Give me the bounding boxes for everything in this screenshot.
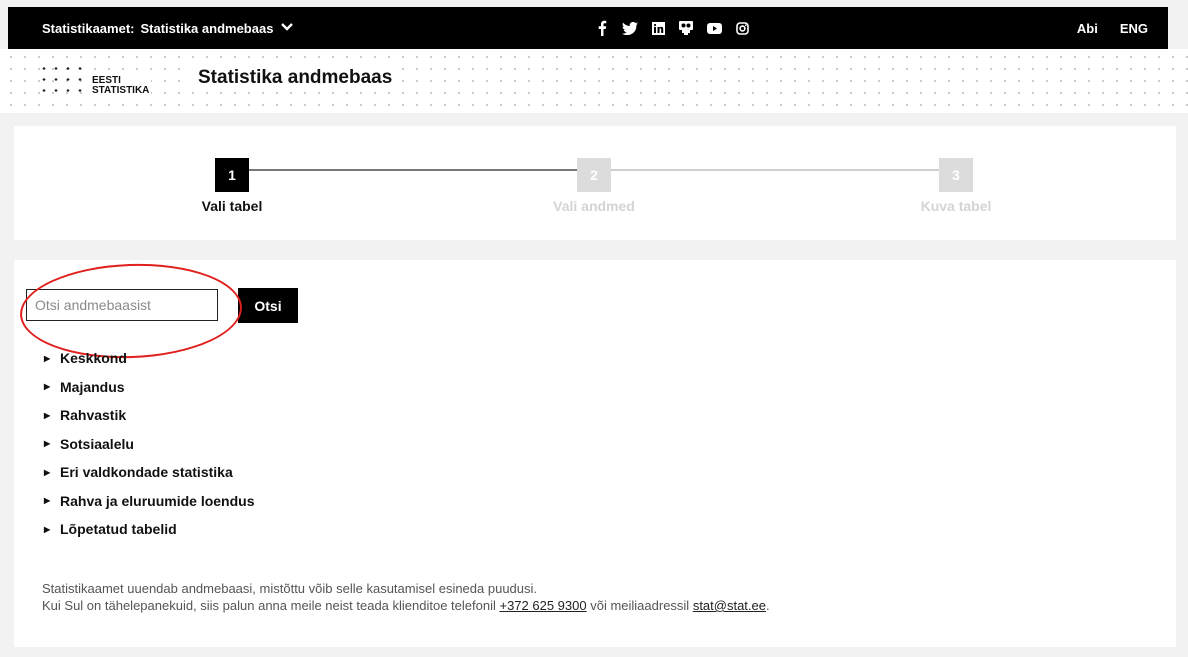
twitter-icon[interactable] xyxy=(616,7,644,49)
step-2-label: Vali andmed xyxy=(553,198,635,214)
social-links xyxy=(588,7,756,49)
site-header: EESTI STATISTIKA Statistika andmebaas xyxy=(0,49,1188,113)
top-links: Abi ENG xyxy=(1077,7,1148,49)
notice-text: Statistikaamet uuendab andmebaasi, mistõ… xyxy=(42,580,770,614)
step-3-number: 3 xyxy=(939,158,973,192)
step-1-number[interactable]: 1 xyxy=(215,158,249,192)
notice-prefix: Kui Sul on tähelepanekuid, siis palun an… xyxy=(42,598,500,613)
step-3-label: Kuva tabel xyxy=(920,198,992,214)
search-input[interactable] xyxy=(26,289,218,321)
step-connector-2 xyxy=(611,169,939,171)
tree-item-label: Sotsiaalelu xyxy=(60,435,134,452)
language-switch[interactable]: ENG xyxy=(1120,21,1148,36)
notice-suffix: . xyxy=(766,598,770,613)
caret-right-icon: ▶ xyxy=(44,439,51,449)
eesti-statistika-logo[interactable]: EESTI STATISTIKA xyxy=(38,61,168,107)
search-button[interactable]: Otsi xyxy=(238,288,298,323)
tree-item-eri-valdkondade[interactable]: ▶ Eri valdkondade statistika xyxy=(44,458,255,487)
help-link[interactable]: Abi xyxy=(1077,21,1098,36)
notice-line-1: Statistikaamet uuendab andmebaasi, mistõ… xyxy=(42,581,538,596)
tree-item-label: Eri valdkondade statistika xyxy=(60,464,233,481)
tree-item-majandus[interactable]: ▶ Majandus xyxy=(44,373,255,402)
email-link[interactable]: stat@stat.ee xyxy=(693,598,766,613)
tree-item-loendus[interactable]: ▶ Rahva ja eluruumide loendus xyxy=(44,487,255,516)
step-1-label: Vali tabel xyxy=(201,198,263,214)
caret-right-icon: ▶ xyxy=(44,353,51,363)
org-name: Statistikaamet: xyxy=(42,20,135,36)
tree-item-label: Keskkond xyxy=(60,350,127,367)
youtube-icon[interactable] xyxy=(700,7,728,49)
chevron-down-icon xyxy=(281,22,294,34)
tree-item-rahvastik[interactable]: ▶ Rahvastik xyxy=(44,401,255,430)
caret-right-icon: ▶ xyxy=(44,524,51,534)
logo-line-2: STATISTIKA xyxy=(92,85,150,96)
notice-line-2: Kui Sul on tähelepanekuid, siis palun an… xyxy=(42,597,770,614)
tree-item-sotsiaalelu[interactable]: ▶ Sotsiaalelu xyxy=(44,430,255,459)
step-2-number: 2 xyxy=(577,158,611,192)
caret-right-icon: ▶ xyxy=(44,410,51,420)
instagram-icon[interactable] xyxy=(728,7,756,49)
phone-link[interactable]: +372 625 9300 xyxy=(499,598,586,613)
logo-dots xyxy=(38,63,82,99)
flickr-icon[interactable] xyxy=(672,7,700,49)
top-navigation-bar: Statistikaamet: Statistika andmebaas Abi… xyxy=(8,7,1168,49)
tree-item-lopetatud[interactable]: ▶ Lõpetatud tabelid xyxy=(44,515,255,544)
notice-middle: või meiliaadressil xyxy=(586,598,693,613)
tree-item-label: Rahva ja eluruumide loendus xyxy=(60,492,255,509)
step-progress: 1 Vali tabel 2 Vali andmed 3 Kuva tabel xyxy=(14,126,1176,240)
subject-tree: ▶ Keskkond ▶ Majandus ▶ Rahvastik ▶ Sotsiaal… xyxy=(44,344,255,544)
caret-right-icon: ▶ xyxy=(44,382,51,392)
linkedin-icon[interactable] xyxy=(644,7,672,49)
tree-item-label: Majandus xyxy=(60,378,125,395)
tree-item-keskkond[interactable]: ▶ Keskkond xyxy=(44,344,255,373)
page-title: Statistika andmebaas xyxy=(192,65,399,91)
site-switcher-menu[interactable]: Statistikaamet: Statistika andmebaas xyxy=(42,7,294,49)
site-name: Statistika andmebaas xyxy=(140,20,274,36)
logo-text: EESTI STATISTIKA xyxy=(90,75,152,97)
tree-item-label: Rahvastik xyxy=(60,407,127,424)
facebook-icon[interactable] xyxy=(588,7,616,49)
tree-item-label: Lõpetatud tabelid xyxy=(60,521,177,538)
caret-right-icon: ▶ xyxy=(44,496,51,506)
caret-right-icon: ▶ xyxy=(44,467,51,477)
step-connector-1 xyxy=(249,169,577,171)
